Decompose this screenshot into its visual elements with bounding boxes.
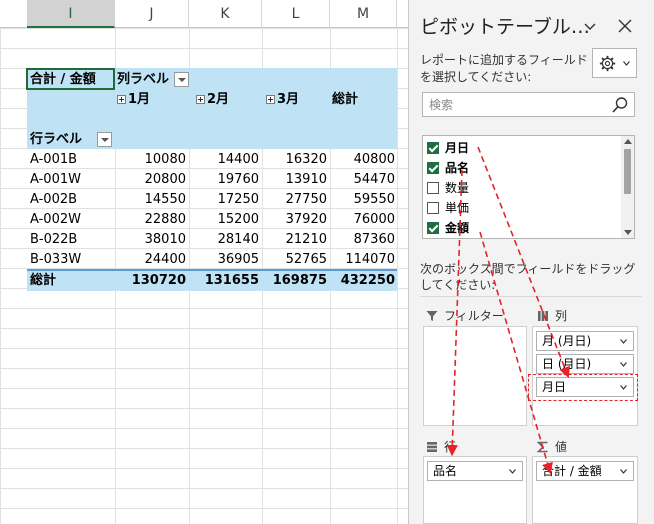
scroll-down-icon[interactable] [624,230,632,235]
field-label: 数量 [445,181,470,195]
field-checkbox[interactable] [427,142,439,154]
value-cell[interactable]: 76000 [330,210,395,230]
scroll-up-icon[interactable] [624,139,632,144]
pivot-row-labels-header[interactable]: 行ラベル [30,130,82,150]
row-label[interactable]: B-033W [30,250,81,270]
chevron-down-icon[interactable] [620,469,627,474]
value-cell[interactable]: 20800 [115,170,186,190]
value-cell[interactable]: 27750 [262,190,327,210]
column-header-k[interactable]: K [189,0,262,28]
value-cell[interactable]: 16320 [262,150,327,170]
total-row-label[interactable]: 総計 [30,271,56,291]
close-icon[interactable] [616,17,634,35]
value-cell[interactable]: 54470 [330,170,395,190]
scroll-thumb[interactable] [624,149,631,194]
row-labels-filter-dropdown[interactable] [97,132,112,147]
field-checkbox[interactable] [427,202,439,214]
columns-area-item[interactable]: 日 (月日) [536,354,634,374]
field-list[interactable]: 月日 品名 数量 単価 金額 [422,135,635,239]
value-cell[interactable]: 17250 [189,190,259,210]
total-value-cell[interactable]: 130720 [115,271,186,291]
expand-icon[interactable] [196,95,205,104]
value-cell[interactable]: 14400 [189,150,259,170]
field-list-scrollbar[interactable] [621,136,634,238]
total-value-cell[interactable]: 169875 [262,271,327,291]
grand-total-column-header[interactable]: 総計 [332,90,358,110]
value-cell[interactable]: 13910 [262,170,327,190]
rows-area-item[interactable]: 品名 [427,461,523,481]
chevron-down-icon[interactable] [584,20,596,32]
settings-button[interactable] [592,48,637,78]
column-header-j[interactable]: J [115,0,189,28]
value-cell[interactable]: 36905 [189,250,259,270]
sigma-icon [537,441,548,453]
month-header-1[interactable]: 1月 [117,90,150,110]
value-cell[interactable]: 24400 [115,250,186,270]
drag-instructions: 次のボックス間でフィールドをドラッグしてください: [420,262,636,292]
columns-icon [538,311,548,321]
expand-icon[interactable] [266,95,275,104]
field-checkbox[interactable] [427,182,439,194]
filter-drop-area[interactable] [423,326,527,426]
column-labels-filter-dropdown[interactable] [174,72,189,87]
highlight-box [528,374,638,401]
field-label: 単価 [445,201,470,215]
spreadsheet[interactable]: I J K L M 合計 / 金額 列ラベル 1月 2月 3月 総計 行ラベル … [0,0,408,524]
panel-divider [420,296,642,297]
rows-icon [427,442,437,452]
field-label: 金額 [445,221,470,235]
row-label[interactable]: A-001W [30,170,81,190]
field-label: 月日 [445,141,470,155]
row-label[interactable]: A-001B [30,150,77,170]
filter-icon [426,311,438,321]
row-label[interactable]: B-022B [30,230,77,250]
row-label[interactable]: A-002W [30,210,81,230]
value-cell[interactable]: 37920 [262,210,327,230]
search-placeholder: 検索 [429,98,454,112]
row-label[interactable]: A-002B [30,190,77,210]
value-cell[interactable]: 15200 [189,210,259,230]
field-label: 品名 [445,161,470,175]
column-header-i[interactable]: I [27,0,115,28]
value-cell[interactable]: 59550 [330,190,395,210]
field-search-input[interactable]: 検索 [422,92,635,117]
column-header-l[interactable]: L [262,0,330,28]
chevron-down-icon [623,61,630,66]
gear-icon [599,55,616,72]
chevron-down-icon[interactable] [620,339,627,344]
value-cell[interactable]: 28140 [189,230,259,250]
active-cell-border [26,68,115,90]
value-cell[interactable]: 21210 [262,230,327,250]
field-checkbox[interactable] [427,162,439,174]
panel-description: レポートに追加するフィールドを選択してください: [420,53,588,84]
field-checkbox[interactable] [427,222,439,234]
total-value-cell[interactable]: 131655 [189,271,259,291]
value-cell[interactable]: 87360 [330,230,395,250]
values-area-item[interactable]: 合計 / 金額 [536,461,634,481]
values-drop-area[interactable]: 合計 / 金額 [532,456,638,524]
chevron-down-icon[interactable] [509,469,516,474]
month-header-2[interactable]: 2月 [196,90,229,110]
value-cell[interactable]: 40800 [330,150,395,170]
pivot-field-panel: ピボットテーブル… レポートに追加するフィールドを選択してください: 検索 月日… [408,0,654,524]
value-cell[interactable]: 14550 [115,190,186,210]
column-header-m[interactable]: M [330,0,397,28]
columns-area-item[interactable]: 月 (月日) [536,331,634,351]
column-header-bar: I J K L M [0,0,408,28]
value-cell[interactable]: 114070 [330,250,395,270]
panel-title: ピボットテーブル… [420,16,590,38]
value-cell[interactable]: 38010 [115,230,186,250]
value-cell[interactable]: 10080 [115,150,186,170]
month-header-3[interactable]: 3月 [266,90,299,110]
expand-icon[interactable] [117,95,126,104]
pivot-column-labels-header[interactable]: 列ラベル [117,70,169,90]
total-value-cell[interactable]: 432250 [330,271,395,291]
rows-drop-area[interactable]: 品名 [423,456,527,524]
value-cell[interactable]: 19760 [189,170,259,190]
grid-line [397,28,398,524]
value-cell[interactable]: 22880 [115,210,186,230]
search-icon[interactable] [611,96,629,114]
value-cell[interactable]: 52765 [262,250,327,270]
chevron-down-icon[interactable] [620,362,627,367]
